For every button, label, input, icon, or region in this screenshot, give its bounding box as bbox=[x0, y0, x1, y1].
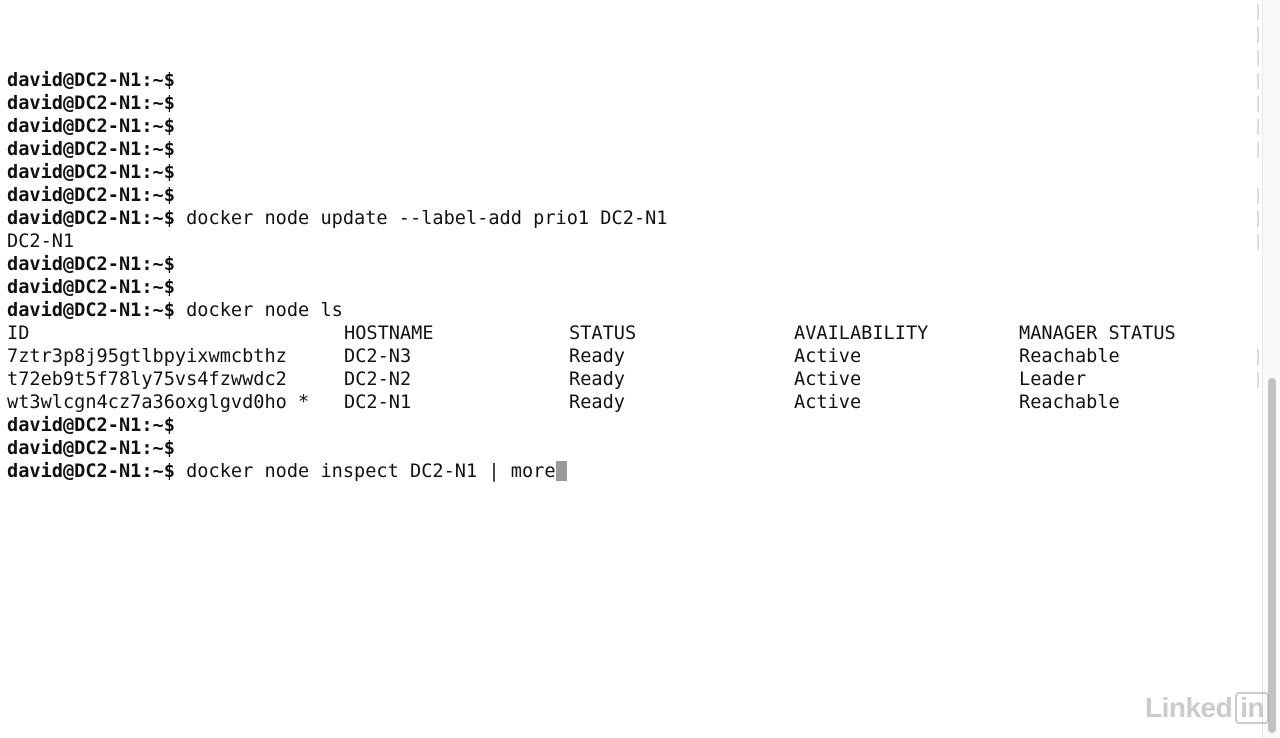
edge-marker bbox=[1257, 234, 1259, 250]
right-edge-markers bbox=[1257, 0, 1261, 400]
edge-marker bbox=[1257, 50, 1259, 66]
edge-marker bbox=[1257, 188, 1259, 204]
table-row: t72eb9t5f78ly75vs4fzwwdc2 DC2-N2 Ready Acti… bbox=[7, 368, 1239, 391]
shell-prompt: david@DC2-N1:~$ bbox=[7, 208, 175, 229]
table-header-cell: HOSTNAME bbox=[344, 323, 434, 344]
table-cell: Ready bbox=[569, 392, 625, 413]
shell-prompt: david@DC2-N1:~$ bbox=[7, 438, 175, 459]
edge-marker bbox=[1257, 27, 1259, 43]
edge-marker bbox=[1257, 4, 1259, 20]
table-cell: Active bbox=[794, 392, 862, 413]
watermark-text: Linked bbox=[1145, 692, 1233, 723]
edge-marker bbox=[1257, 349, 1259, 365]
table-cell: t72eb9t5f78ly75vs4fzwwdc2 bbox=[7, 369, 287, 390]
shell-prompt: david@DC2-N1:~$ bbox=[7, 415, 175, 436]
terminal-line: david@DC2-N1:~$ bbox=[7, 276, 1239, 299]
scrollbar-thumb[interactable] bbox=[1268, 378, 1276, 733]
node-table-header: ID HOSTNAME STATUS AVAILABILITY MANAGER STAT… bbox=[7, 322, 1239, 345]
edge-marker bbox=[1257, 96, 1259, 112]
table-header-cell: MANAGER STATUS bbox=[1019, 323, 1176, 344]
edge-marker bbox=[1257, 142, 1259, 158]
table-header-cell: AVAILABILITY bbox=[794, 323, 929, 344]
terminal-line: david@DC2-N1:~$ bbox=[7, 437, 1239, 460]
edge-marker bbox=[1257, 372, 1259, 388]
table-row: wt3wlcgn4cz7a36oxglgvd0ho * DC2-N1 Ready Ac… bbox=[7, 391, 1239, 414]
watermark-box-text: in bbox=[1235, 692, 1270, 724]
table-cell: DC2-N1 bbox=[344, 392, 412, 413]
table-cell: Active bbox=[794, 369, 862, 390]
terminal-output: david@DC2-N1:~$ david@DC2-N1:~$ david@DC2-… bbox=[7, 0, 1239, 483]
terminal-line: david@DC2-N1:~$ bbox=[7, 161, 1239, 184]
shell-prompt: david@DC2-N1:~$ bbox=[7, 300, 175, 321]
table-cell: Ready bbox=[569, 369, 625, 390]
terminal-line: david@DC2-N1:~$ docker node ls bbox=[7, 299, 1239, 322]
table-cell: wt3wlcgn4cz7a36oxglgvd0ho * bbox=[7, 392, 310, 413]
command-text: docker node update --label-add prio1 DC2… bbox=[174, 208, 668, 229]
table-cell: Active bbox=[794, 346, 862, 367]
terminal-line: david@DC2-N1:~$ bbox=[7, 184, 1239, 207]
vertical-scrollbar[interactable] bbox=[1262, 0, 1280, 738]
edge-marker bbox=[1257, 119, 1259, 135]
table-cell: DC2-N3 bbox=[344, 346, 412, 367]
table-cell: Reachable bbox=[1019, 392, 1120, 413]
current-command-line[interactable]: david@DC2-N1:~$ docker node inspect DC2-… bbox=[7, 460, 1239, 483]
table-cell: Leader bbox=[1019, 369, 1087, 390]
terminal-line: david@DC2-N1:~$ bbox=[7, 253, 1239, 276]
command-text: docker node inspect DC2-N1 | more bbox=[174, 461, 556, 482]
table-header-cell: STATUS bbox=[569, 323, 637, 344]
shell-prompt: david@DC2-N1:~$ bbox=[7, 93, 175, 114]
shell-prompt: david@DC2-N1:~$ bbox=[7, 461, 175, 482]
terminal-window[interactable]: david@DC2-N1:~$ david@DC2-N1:~$ david@DC2-… bbox=[0, 0, 1262, 738]
shell-prompt: david@DC2-N1:~$ bbox=[7, 254, 175, 275]
text-cursor bbox=[555, 461, 567, 481]
shell-prompt: david@DC2-N1:~$ bbox=[7, 185, 175, 206]
terminal-line: david@DC2-N1:~$ bbox=[7, 115, 1239, 138]
table-cell: DC2-N2 bbox=[344, 369, 412, 390]
shell-prompt: david@DC2-N1:~$ bbox=[7, 139, 175, 160]
table-header-cell: ID bbox=[7, 323, 30, 344]
command-output-line: DC2-N1 bbox=[7, 231, 75, 252]
shell-prompt: david@DC2-N1:~$ bbox=[7, 70, 175, 91]
linkedin-watermark-logo: Linked in bbox=[1145, 692, 1270, 724]
table-cell: Ready bbox=[569, 346, 625, 367]
terminal-line: david@DC2-N1:~$ bbox=[7, 138, 1239, 161]
edge-marker bbox=[1257, 73, 1259, 89]
terminal-line: david@DC2-N1:~$ docker node update --lab… bbox=[7, 207, 1239, 230]
command-text: docker node ls bbox=[174, 300, 343, 321]
table-cell: Reachable bbox=[1019, 346, 1120, 367]
terminal-line: david@DC2-N1:~$ bbox=[7, 414, 1239, 437]
table-cell: 7ztr3p8j95gtlbpyixwmcbthz bbox=[7, 346, 287, 367]
edge-marker bbox=[1257, 211, 1259, 227]
table-row: 7ztr3p8j95gtlbpyixwmcbthz DC2-N3 Ready Acti… bbox=[7, 345, 1239, 368]
terminal-line: david@DC2-N1:~$ bbox=[7, 69, 1239, 92]
shell-prompt: david@DC2-N1:~$ bbox=[7, 162, 175, 183]
shell-prompt: david@DC2-N1:~$ bbox=[7, 116, 175, 137]
terminal-line: david@DC2-N1:~$ bbox=[7, 92, 1239, 115]
shell-prompt: david@DC2-N1:~$ bbox=[7, 277, 175, 298]
